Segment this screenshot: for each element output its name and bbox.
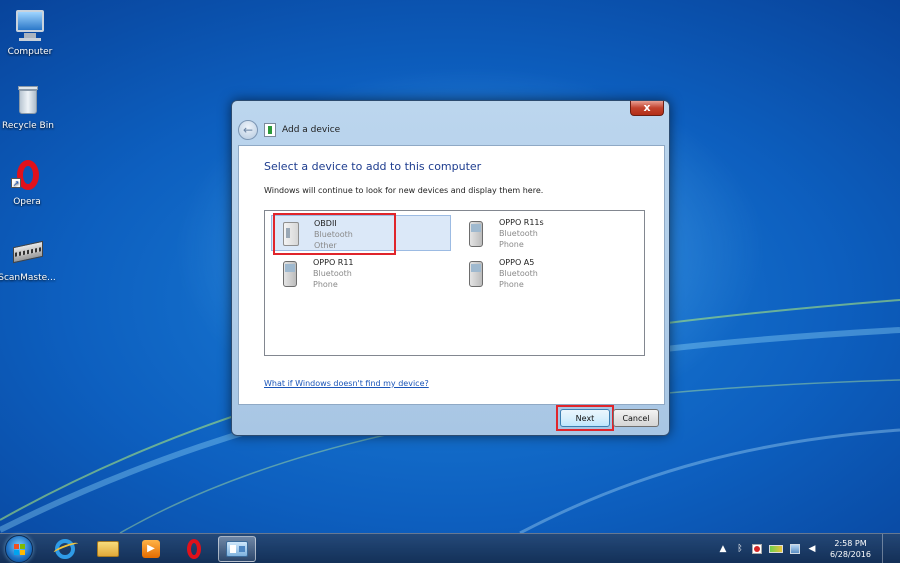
device-category: Other (314, 241, 337, 250)
phone-icon (461, 217, 491, 249)
scanmaster-icon (9, 234, 45, 270)
taskbar-file-explorer[interactable] (89, 536, 127, 562)
device-item-obdii[interactable]: OBDII Bluetooth Other (271, 215, 451, 251)
dialog-header: ← Add a device (238, 119, 663, 141)
obd-device-icon (276, 218, 306, 250)
taskbar: ▶ ▲ ᛒ ◀ 2:58 PM 6/28/2016 (0, 533, 900, 563)
system-tray: ▲ ᛒ ◀ 2:58 PM 6/28/2016 (718, 534, 892, 563)
volume-icon[interactable]: ◀ (807, 544, 817, 554)
opera-icon: ↗ (9, 158, 45, 194)
device-category: Phone (499, 280, 524, 289)
taskbar-devices-active[interactable] (218, 536, 256, 562)
media-player-icon: ▶ (142, 540, 160, 558)
phone-icon (275, 257, 305, 289)
clock[interactable]: 2:58 PM 6/28/2016 (830, 538, 871, 560)
desktop-icon-opera[interactable]: ↗ Opera (0, 158, 57, 207)
device-item-oppo-a5[interactable]: OPPO A5 Bluetooth Phone (457, 255, 637, 291)
device-type: Bluetooth (499, 269, 538, 278)
windows-logo-icon (14, 544, 26, 556)
dialog-content: Select a device to add to this computer … (238, 145, 665, 405)
network-icon[interactable] (789, 544, 800, 554)
cancel-button[interactable]: Cancel (613, 409, 659, 427)
device-name: OPPO R11 (313, 258, 354, 267)
desktop-icon-label: Recycle Bin (2, 121, 54, 131)
device-category: Phone (313, 280, 338, 289)
device-item-oppo-r11s[interactable]: OPPO R11s Bluetooth Phone (457, 215, 637, 251)
device-item-oppo-r11[interactable]: OPPO R11 Bluetooth Phone (271, 255, 451, 291)
taskbar-internet-explorer[interactable] (46, 536, 84, 562)
back-button[interactable]: ← (238, 120, 258, 140)
desktop-icon-scanmaster[interactable]: ScanMaste... (0, 234, 57, 283)
desktop-icon-label: Opera (13, 197, 41, 207)
devices-icon (226, 541, 248, 557)
device-type: Bluetooth (313, 269, 352, 278)
desktop-icon-recycle-bin[interactable]: Recycle Bin (0, 82, 58, 131)
desktop-icon-label: ScanMaste... (0, 273, 56, 283)
taskbar-media-player[interactable]: ▶ (132, 536, 170, 562)
help-link[interactable]: What if Windows doesn't find my device? (264, 379, 429, 388)
clock-time: 2:58 PM (834, 539, 867, 548)
bluetooth-icon[interactable]: ᛒ (735, 544, 745, 554)
device-category: Phone (499, 240, 524, 249)
next-button[interactable]: Next (560, 409, 610, 427)
device-name: OPPO R11s (499, 218, 544, 227)
page-heading: Select a device to add to this computer (264, 160, 482, 173)
dialog-footer: Next Cancel (238, 405, 665, 431)
desktop-icon-computer[interactable]: Computer (0, 8, 60, 57)
opera-icon (187, 539, 201, 559)
instruction-text: Windows will continue to look for new de… (264, 186, 544, 195)
desktop-icon-label: Computer (7, 47, 53, 57)
add-device-icon (264, 123, 276, 137)
file-explorer-icon (97, 541, 119, 557)
back-arrow-icon: ← (242, 123, 254, 137)
device-type: Bluetooth (499, 229, 538, 238)
add-device-dialog: x ← Add a device Select a device to add … (231, 100, 670, 436)
computer-icon (12, 8, 48, 44)
device-name: OBDII (314, 219, 337, 228)
close-button[interactable]: x (630, 101, 664, 116)
taskbar-opera[interactable] (175, 536, 213, 562)
device-type: Bluetooth (314, 230, 353, 239)
clock-date: 6/28/2016 (829, 550, 871, 559)
phone-icon (461, 257, 491, 289)
device-name: OPPO A5 (499, 258, 535, 267)
show-desktop-button[interactable] (882, 534, 892, 563)
action-center-icon[interactable] (751, 544, 762, 554)
power-icon[interactable] (768, 545, 783, 553)
internet-explorer-icon (52, 539, 80, 559)
device-list[interactable]: OBDII Bluetooth Other OPPO R11s Bluetoot… (264, 210, 645, 356)
start-button[interactable] (5, 535, 33, 563)
dialog-title: Add a device (282, 125, 341, 135)
recycle-bin-icon (10, 82, 46, 118)
show-hidden-icons-icon[interactable]: ▲ (718, 544, 728, 554)
